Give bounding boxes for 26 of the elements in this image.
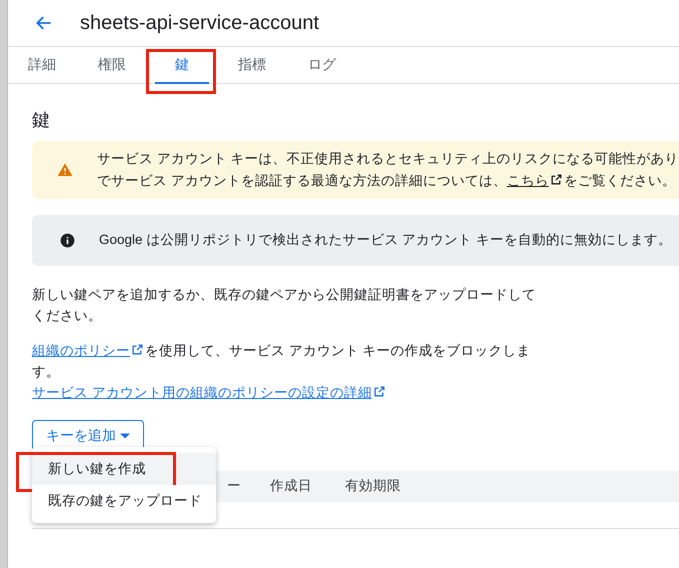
section-heading: 鍵: [32, 109, 51, 132]
warning-text: でサービス アカウントを認証する最適な方法の詳細については、こちら をご覧ください。: [97, 172, 677, 190]
tab[interactable]: 指標: [225, 47, 279, 84]
page-title: sheets-api-service-account: [80, 11, 319, 36]
tab[interactable]: 詳細: [15, 47, 69, 84]
tab[interactable]: 鍵: [155, 47, 209, 84]
external-link-icon: [550, 173, 563, 186]
menu-item[interactable]: 既存の鍵をアップロード: [32, 485, 216, 517]
link[interactable]: こちら: [506, 173, 564, 188]
policy-link[interactable]: 組織のポリシー: [32, 343, 145, 358]
column-header: ー: [227, 477, 242, 496]
warning-icon: [57, 162, 73, 178]
column-header: 作成日: [270, 477, 313, 496]
policy-details-link[interactable]: サービス アカウント用の組織のポリシーの設定の詳細: [32, 382, 387, 403]
tab[interactable]: ログ: [295, 47, 349, 84]
tab[interactable]: 権限: [85, 47, 139, 84]
external-link-icon: [131, 343, 144, 356]
warning-text: サービス アカウント キーは、不正使用されるとセキュリティ上のリスクになる可能性があり: [97, 150, 679, 168]
external-link-icon: [372, 385, 386, 398]
policy-text: 組織のポリシー を使用して、サービス アカウント キーの作成をブロックします。: [32, 342, 532, 381]
column-header: 有効期限: [345, 477, 401, 496]
info-icon: [60, 233, 75, 248]
caret-icon: [120, 432, 130, 438]
info-text: Google は公開リポジトリで検出されたサービス アカウント キーを自動的に無効にします。: [99, 231, 672, 250]
menu-item[interactable]: 新しい鍵を作成: [32, 453, 216, 485]
intro-text: 新しい鍵ペアを追加するか、既存の鍵ペアから公開鍵証明書をアップロードしてください。: [32, 286, 537, 325]
